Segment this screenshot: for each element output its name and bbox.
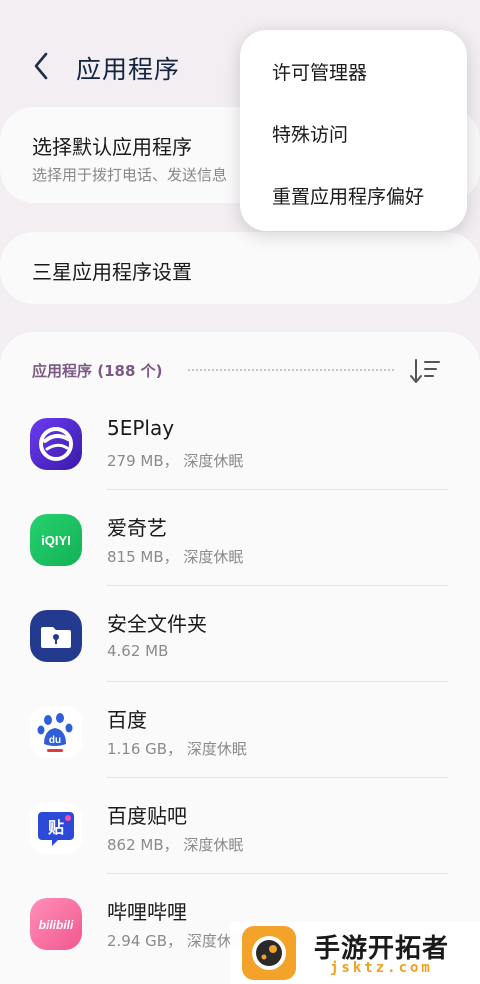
app-name: 哔哩哔哩 [107,900,187,924]
app-row[interactable]: du 百度 1.16 GB， 深度休眠 [0,682,480,778]
app-size: 815 MB， 深度休眠 [107,548,244,566]
app-name: 百度贴吧 [107,804,187,828]
svg-text:du: du [49,735,61,746]
page-title: 应用程序 [76,55,181,84]
sort-icon [410,359,440,383]
app-row[interactable]: 安全文件夹 4.62 MB [0,586,480,682]
svg-text:iQIYI: iQIYI [41,533,71,548]
app-row[interactable]: 贴 百度贴吧 862 MB， 深度休眠 [0,778,480,874]
app-size: 279 MB， 深度休眠 [107,452,244,470]
default-apps-title: 选择默认应用程序 [32,135,192,159]
app-row[interactable]: iQIYI 爱奇艺 815 MB， 深度休眠 [0,490,480,586]
menu-item-special-access[interactable]: 特殊访问 [272,120,348,147]
app-name: 安全文件夹 [107,612,207,636]
app-size: 2.94 GB， 深度休眠 [107,932,247,950]
dotted-divider [188,369,394,371]
secure-folder-icon [30,610,82,662]
back-button[interactable] [26,48,58,84]
svg-text:bilibili: bilibili [39,918,74,932]
menu-item-permission-manager[interactable]: 许可管理器 [272,58,367,85]
app-size: 862 MB， 深度休眠 [107,836,244,854]
app-name: 爱奇艺 [107,516,167,540]
bilibili-icon: bilibili [30,898,82,950]
default-apps-subtitle: 选择用于拨打电话、发送信息 [32,166,228,184]
5eplay-icon [30,418,82,470]
tieba-icon: 贴 [30,802,82,854]
watermark-url: jsktz.com [330,960,433,976]
samsung-app-settings-title: 三星应用程序设置 [32,260,192,284]
app-size: 4.62 MB [107,642,169,660]
app-row[interactable]: 5EPlay 279 MB， 深度休眠 [0,394,480,490]
sort-button[interactable] [408,356,442,386]
samsung-app-settings-card[interactable]: 三星应用程序设置 [0,232,480,304]
app-name: 百度 [107,708,147,732]
app-size: 1.16 GB， 深度休眠 [107,740,247,758]
iqiyi-icon: iQIYI [30,514,82,566]
overflow-menu: 许可管理器 特殊访问 重置应用程序偏好 [240,30,467,231]
app-settings-page: 应用程序 选择默认应用程序 选择用于拨打电话、发送信息 三星应用程序设置 应用程… [0,0,480,984]
app-name: 5EPlay [107,416,175,440]
watermark: 手游开拓者 jsktz.com [230,922,480,984]
watermark-logo-icon [242,926,296,980]
svg-text:贴: 贴 [48,818,64,837]
apps-list-card: 应用程序 (188 个) 5EPlay 279 MB， 深度休眠 iQIYI 爱… [0,332,480,984]
apps-count-header: 应用程序 (188 个) [32,362,163,380]
back-arrow-icon [34,52,48,80]
menu-item-reset-app-preferences[interactable]: 重置应用程序偏好 [272,182,424,209]
baidu-icon: du [30,706,82,758]
